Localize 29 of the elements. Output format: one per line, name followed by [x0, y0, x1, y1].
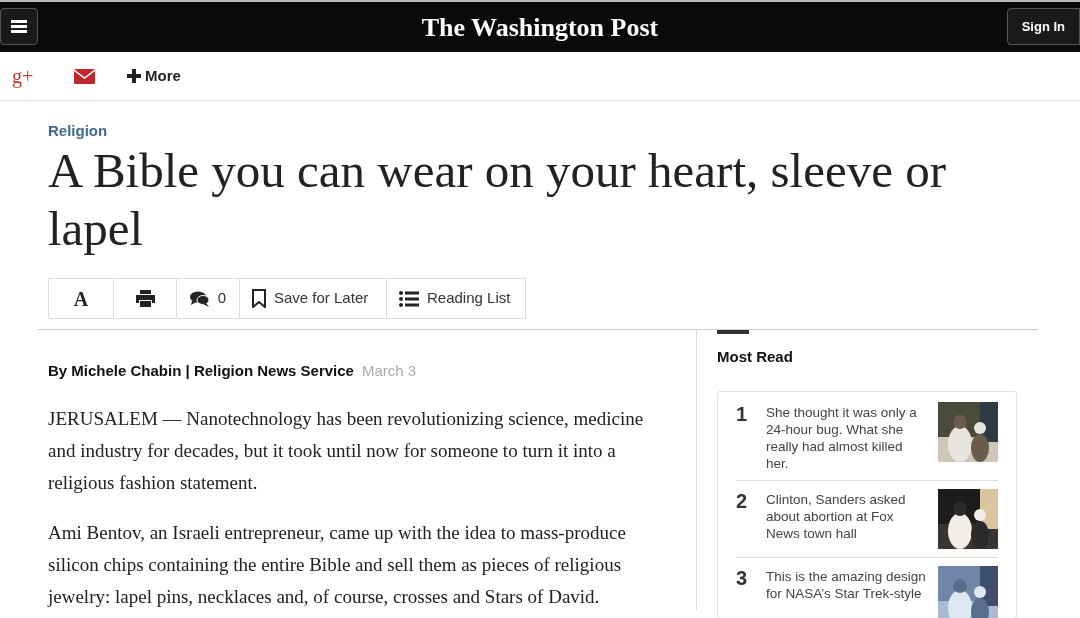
speech-bubbles-icon	[189, 290, 210, 307]
menu-button[interactable]	[0, 8, 38, 45]
article-headline: A Bible you can wear on your heart, sleeve or lapel	[48, 142, 948, 258]
rank-number: 3	[736, 565, 749, 591]
article-paragraph: Ami Bentov, an Israeli entrepreneur, came up with the idea to mass-produce silicon chips containing the entire Bible and sell them as pieces of religious jewelry: lapel pins, necklaces and, of course, crosses and Stars of David.	[48, 520, 627, 609]
list-toolbar-button[interactable]: Reading List	[386, 279, 525, 318]
section-link[interactable]: Religion	[48, 121, 1080, 141]
most-read-link[interactable]: This is the amazing design for NASA’s Star Trek-style	[766, 565, 926, 618]
save-toolbar-button[interactable]: Save for Later	[239, 279, 386, 318]
google-plus-icon[interactable]: g+	[12, 61, 34, 91]
most-read-title: Most Read	[717, 347, 794, 367]
envelope-icon[interactable]	[74, 68, 95, 84]
plus-icon	[127, 69, 141, 83]
most-read-link[interactable]: Clinton, Sanders asked about abortion at Fox News town hall	[766, 488, 926, 549]
more-button[interactable]: More	[127, 64, 181, 88]
sign-in-button[interactable]: Sign In	[1006, 8, 1080, 45]
printer-icon	[135, 290, 155, 307]
menu-icon	[11, 20, 27, 33]
font-toolbar-button[interactable]: A	[49, 279, 113, 318]
publish-date: March 3	[361, 361, 417, 381]
site-logo[interactable]: The Washington Post	[421, 7, 659, 47]
most-read-link[interactable]: She thought it was only a 24-hour bug. What she really had almost killed her.	[766, 401, 926, 472]
list-icon	[399, 290, 419, 307]
byline: By Michele Chabin | Religion News Service	[48, 361, 354, 381]
rank-number: 1	[736, 401, 749, 427]
comments-toolbar-button[interactable]: 0	[176, 279, 239, 318]
rank-number: 2	[736, 488, 749, 514]
bookmark-icon	[252, 289, 266, 308]
article-paragraph: JERUSALEM — Nanotechnology has been revolutionizing science, medicine and industry for decades, but it took until now for someone to turn it into a religious fashion statement.	[48, 406, 645, 495]
